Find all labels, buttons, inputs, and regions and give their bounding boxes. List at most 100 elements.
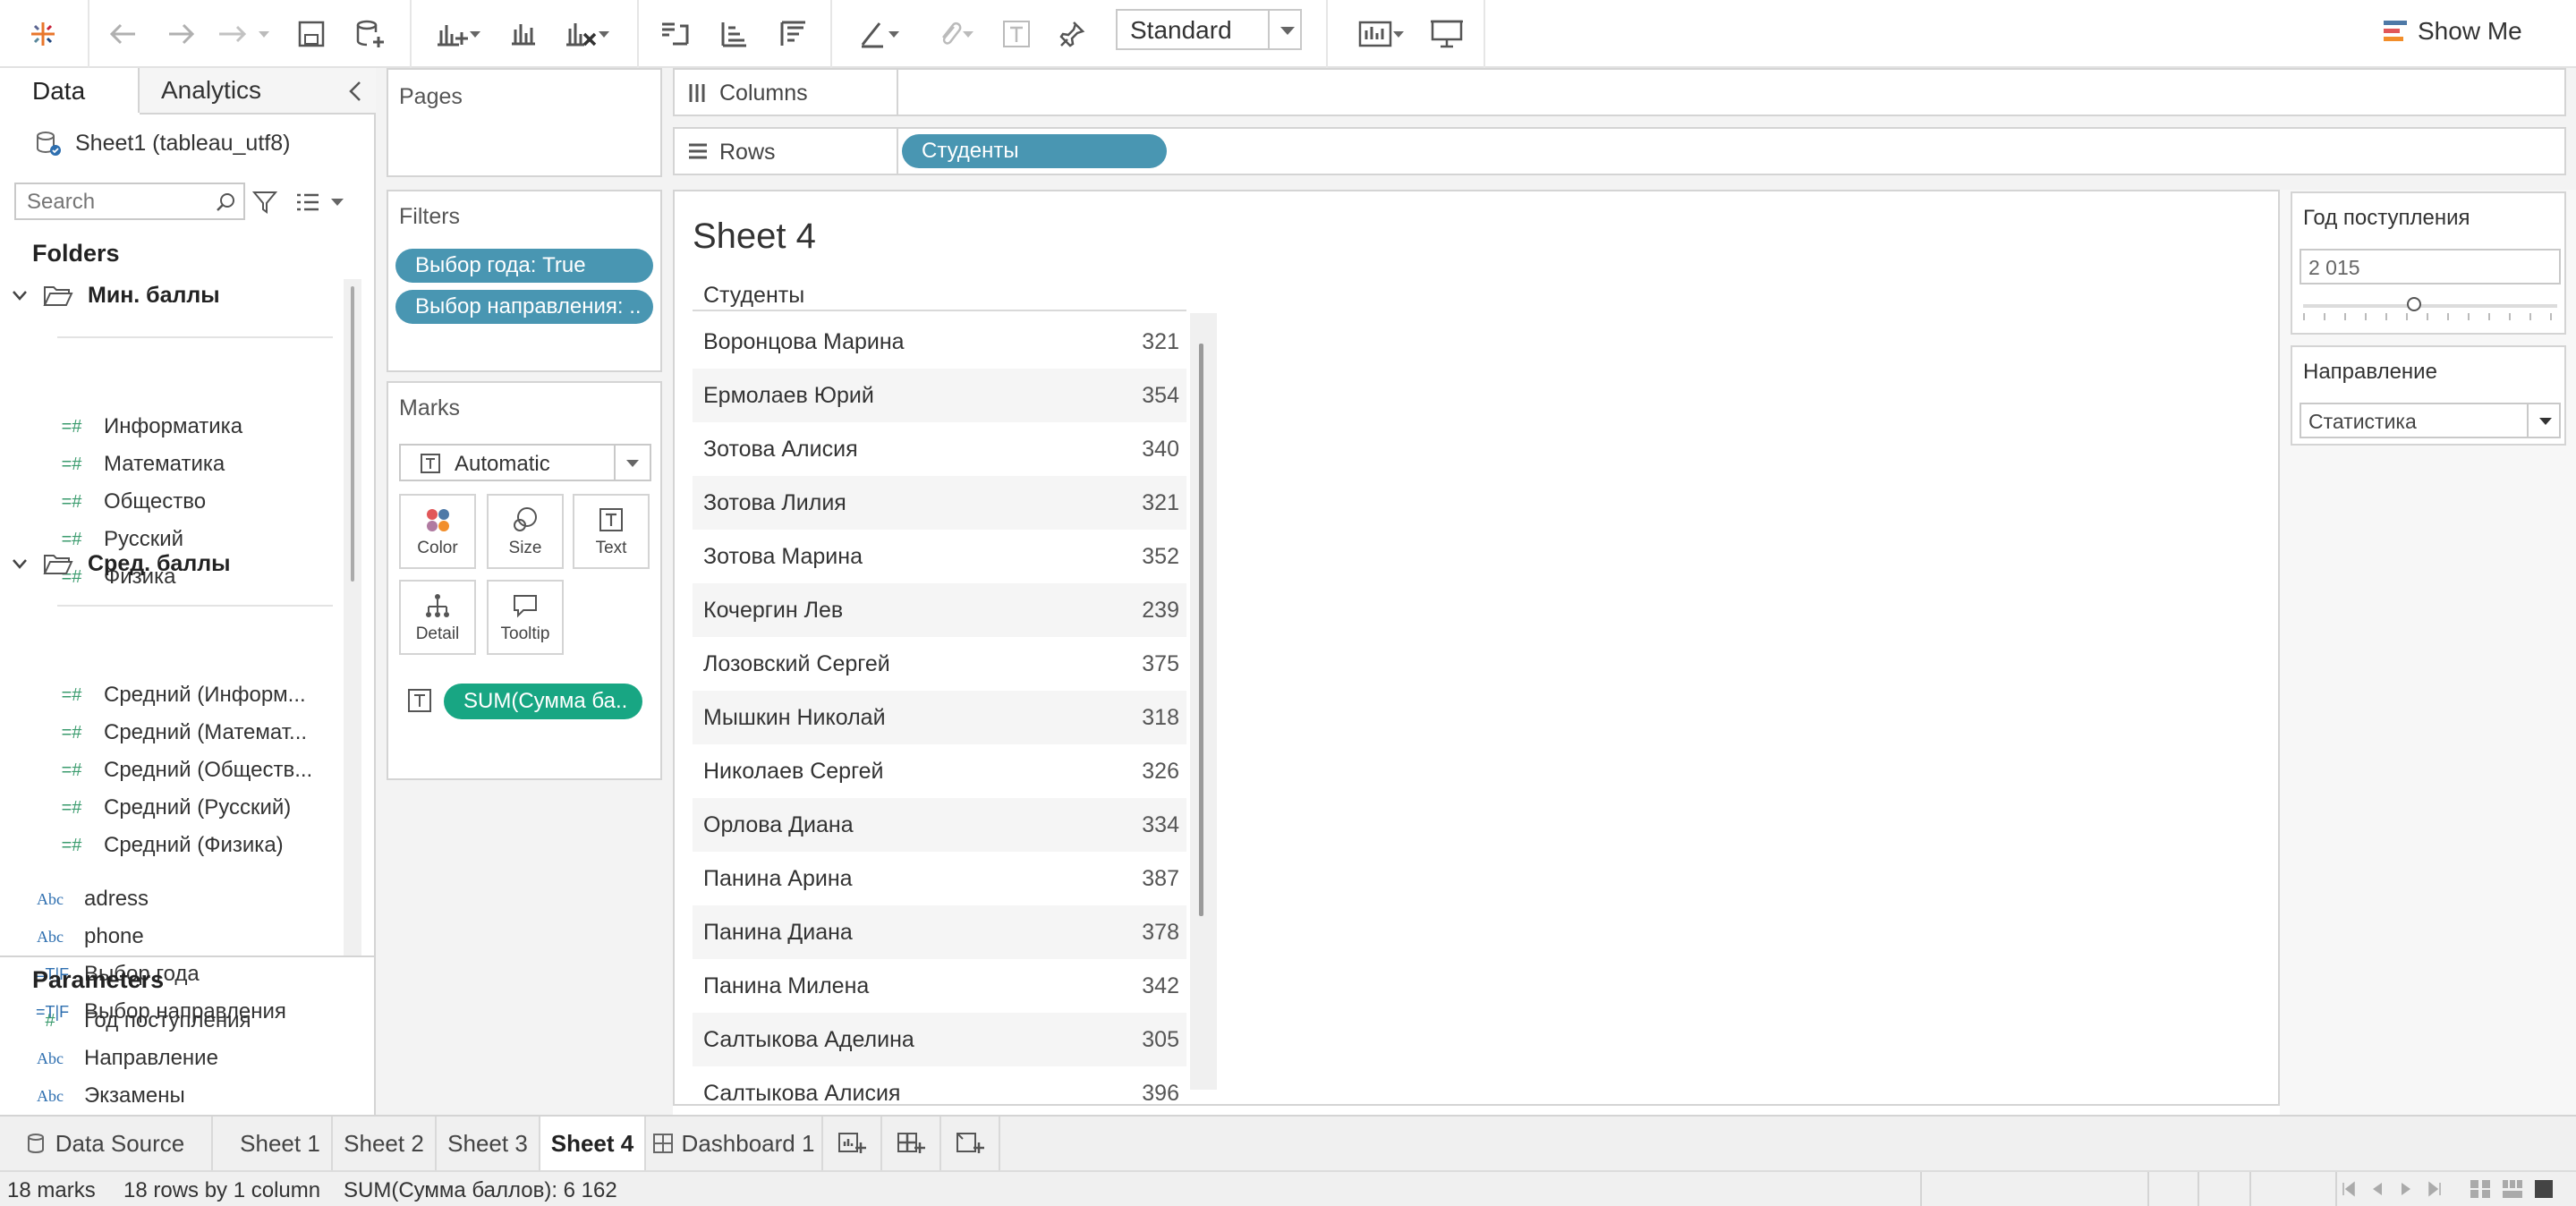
student-name[interactable]: Панина Диана bbox=[703, 920, 853, 946]
student-name[interactable]: Зотова Марина bbox=[703, 544, 863, 570]
table-row[interactable]: Зотова Лилия 321 bbox=[693, 476, 1186, 530]
scrollbar-thumb[interactable] bbox=[1199, 344, 1203, 916]
student-name[interactable]: Зотова Лилия bbox=[703, 490, 846, 516]
folder-min-scores[interactable]: Мин. баллы bbox=[11, 277, 220, 313]
table-row[interactable]: Николаев Сергей 326 bbox=[693, 744, 1186, 798]
field-item[interactable]: =# Средний (Русский) bbox=[57, 791, 312, 825]
table-row[interactable]: Панина Диана 378 bbox=[693, 905, 1186, 959]
table-row[interactable]: Мышкин Николай 318 bbox=[693, 691, 1186, 744]
year-slider[interactable] bbox=[2303, 297, 2557, 311]
columns-shelf[interactable]: Columns bbox=[673, 68, 2566, 116]
table-row[interactable]: Зотова Алисия 340 bbox=[693, 422, 1186, 476]
year-input[interactable]: 2 015 bbox=[2300, 249, 2561, 285]
size-button[interactable]: Size bbox=[487, 494, 564, 569]
filter-icon[interactable] bbox=[252, 190, 277, 215]
next-sheet-icon[interactable] bbox=[2398, 1181, 2414, 1197]
parameter-item[interactable]: Abc Направление bbox=[36, 1041, 251, 1075]
show-mark-labels-icon[interactable] bbox=[997, 11, 1036, 57]
column-header-students[interactable]: Студенты bbox=[703, 283, 804, 309]
new-worksheet-icon[interactable] bbox=[424, 11, 490, 57]
field-item[interactable]: =# Средний (Информ... bbox=[57, 678, 312, 712]
show-cards-icon[interactable] bbox=[1348, 11, 1414, 57]
tab-sheet-4[interactable]: Sheet 4 bbox=[540, 1117, 646, 1170]
first-sheet-icon[interactable] bbox=[2341, 1181, 2357, 1197]
parameter-item[interactable]: Abc Экзамены bbox=[36, 1079, 251, 1113]
tab-sheet-3[interactable]: Sheet 3 bbox=[437, 1117, 540, 1170]
field-item[interactable]: =# Средний (Обществ... bbox=[57, 753, 313, 787]
parameter-item[interactable]: # Год поступления bbox=[36, 1004, 251, 1038]
student-name[interactable]: Салтыкова Алисия bbox=[703, 1081, 900, 1105]
text-button[interactable]: Text bbox=[573, 494, 650, 569]
clear-sheet-icon[interactable] bbox=[553, 11, 619, 57]
detail-button[interactable]: Detail bbox=[399, 580, 476, 655]
filters-card[interactable]: Filters Выбор года: True Выбор направлен… bbox=[387, 190, 662, 372]
table-row[interactable]: Салтыкова Аделина 305 bbox=[693, 1013, 1186, 1066]
sort-descending-icon[interactable] bbox=[771, 11, 814, 57]
tab-sheet-1[interactable]: Sheet 1 bbox=[229, 1117, 333, 1170]
rows-shelf[interactable]: Rows Студенты bbox=[673, 127, 2566, 175]
mark-type-select[interactable]: Automatic bbox=[399, 444, 651, 481]
tab-data[interactable]: Data bbox=[0, 68, 140, 115]
field-item[interactable]: =# Информатика bbox=[57, 410, 242, 444]
student-name[interactable]: Панина Милена bbox=[703, 973, 869, 999]
tooltip-button[interactable]: Tooltip bbox=[487, 580, 564, 655]
swap-rows-columns-icon[interactable] bbox=[653, 11, 696, 57]
table-row[interactable]: Панина Арина 387 bbox=[693, 852, 1186, 905]
filmstrip-icon[interactable] bbox=[2502, 1179, 2523, 1199]
pages-card[interactable]: Pages bbox=[387, 68, 662, 177]
student-name[interactable]: Салтыкова Аделина bbox=[703, 1027, 914, 1053]
redo-icon[interactable] bbox=[161, 11, 200, 57]
save-icon[interactable] bbox=[292, 11, 331, 57]
fix-axes-pin-icon[interactable] bbox=[1052, 11, 1092, 57]
student-name[interactable]: Орлова Диана bbox=[703, 812, 854, 838]
student-name[interactable]: Лозовский Сергей bbox=[703, 651, 890, 677]
field-item[interactable]: =# Общество bbox=[57, 485, 242, 519]
tab-data-source[interactable]: Data Source bbox=[0, 1117, 213, 1170]
table-row[interactable]: Ермолаев Юрий 354 bbox=[693, 369, 1186, 422]
folder-avg-scores[interactable]: Сред. баллы bbox=[11, 546, 230, 582]
student-name[interactable]: Николаев Сергей bbox=[703, 759, 884, 785]
tab-sheet-2[interactable]: Sheet 2 bbox=[333, 1117, 437, 1170]
student-name[interactable]: Панина Арина bbox=[703, 866, 853, 892]
rows-pill-students[interactable]: Студенты bbox=[902, 134, 1167, 168]
student-name[interactable]: Кочергин Лев bbox=[703, 598, 843, 624]
filter-pill-year[interactable]: Выбор года: True bbox=[395, 249, 653, 283]
tabs-view-icon[interactable] bbox=[2534, 1179, 2554, 1199]
table-row[interactable]: Зотова Марина 352 bbox=[693, 530, 1186, 583]
table-row[interactable]: Панина Милена 342 bbox=[693, 959, 1186, 1013]
new-dashboard-tab-button[interactable] bbox=[882, 1117, 941, 1170]
show-me-button[interactable]: Show Me bbox=[2382, 9, 2536, 54]
scrollbar-thumb[interactable] bbox=[351, 286, 354, 582]
new-story-tab-button[interactable] bbox=[941, 1117, 1000, 1170]
highlight-icon[interactable] bbox=[845, 11, 911, 57]
sort-ascending-icon[interactable] bbox=[712, 11, 755, 57]
field-item[interactable]: =# Математика bbox=[57, 447, 242, 481]
tab-analytics[interactable]: Analytics bbox=[140, 68, 376, 115]
direction-select[interactable]: Статистика bbox=[2300, 403, 2561, 438]
undo-icon[interactable] bbox=[104, 11, 143, 57]
filter-pill-direction[interactable]: Выбор направления: .. bbox=[395, 290, 653, 324]
sheet-sorter-icon[interactable] bbox=[2470, 1179, 2491, 1199]
color-button[interactable]: Color bbox=[399, 494, 476, 569]
tab-dashboard-1[interactable]: Dashboard 1 bbox=[646, 1117, 823, 1170]
search-box[interactable] bbox=[14, 183, 245, 220]
new-worksheet-tab-button[interactable] bbox=[823, 1117, 882, 1170]
table-row[interactable]: Воронцова Марина 321 bbox=[693, 315, 1186, 369]
data-scrollbar[interactable] bbox=[344, 279, 361, 955]
search-input[interactable] bbox=[16, 184, 217, 220]
view-options-button[interactable] bbox=[295, 190, 349, 215]
collapse-pane-icon[interactable] bbox=[347, 81, 363, 102]
student-name[interactable]: Зотова Алисия bbox=[703, 437, 858, 463]
table-row[interactable]: Кочергин Лев 239 bbox=[693, 583, 1186, 637]
field-item[interactable]: =# Средний (Математ... bbox=[57, 716, 312, 750]
fit-mode-select[interactable]: Standard bbox=[1116, 9, 1302, 50]
tableau-logo-icon[interactable] bbox=[23, 11, 63, 57]
slider-handle[interactable] bbox=[2407, 297, 2421, 311]
student-name[interactable]: Воронцова Марина bbox=[703, 329, 905, 355]
duplicate-sheet-icon[interactable] bbox=[501, 11, 544, 57]
presentation-mode-icon[interactable] bbox=[1424, 11, 1469, 57]
table-row[interactable]: Орлова Диана 334 bbox=[693, 798, 1186, 852]
student-name[interactable]: Мышкин Николай bbox=[703, 705, 886, 731]
marks-text-pill[interactable]: SUM(Сумма ба.. bbox=[444, 684, 642, 719]
previous-sheet-icon[interactable] bbox=[2369, 1181, 2385, 1197]
